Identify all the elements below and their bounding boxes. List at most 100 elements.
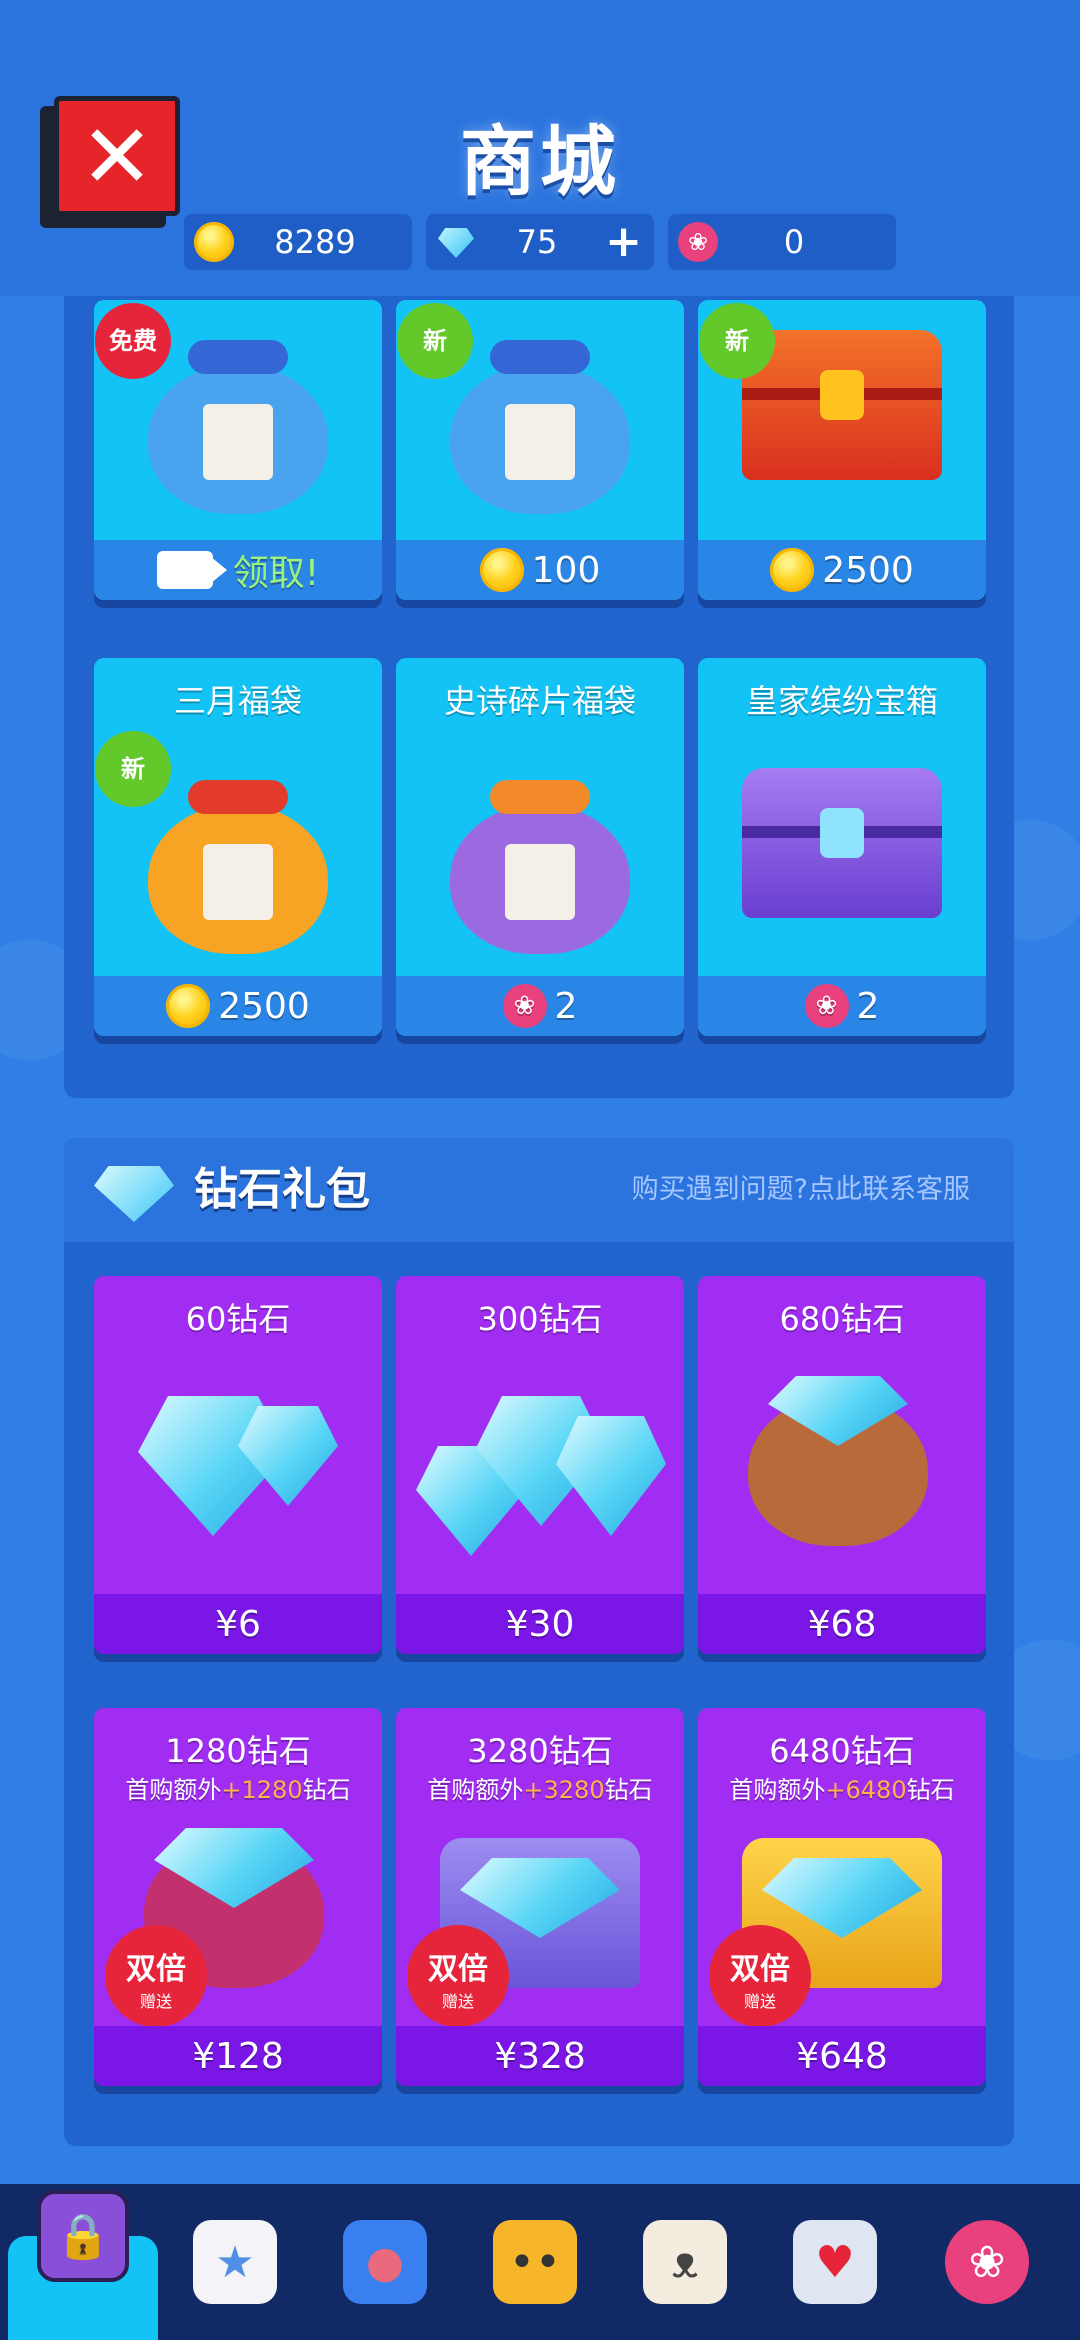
gem-shape <box>556 1416 666 1536</box>
price-label: ¥128 <box>192 2035 284 2077</box>
price-label: ¥648 <box>796 2035 888 2077</box>
price-label: ¥68 <box>807 1603 877 1645</box>
price-button[interactable]: ¥328 <box>396 2026 684 2086</box>
chest-icon: 🔒 <box>37 2190 129 2282</box>
first-purchase-bonus: 首购额外+1280钻石 <box>94 1770 382 1805</box>
contact-support-link[interactable]: 购买遇到问题?点此联系客服 <box>632 1138 970 1242</box>
price-button[interactable]: ¥648 <box>698 2026 986 2086</box>
diamond-pack-3280[interactable]: 3280钻石 首购额外+3280钻石 双倍 赠送 ¥328 <box>396 1708 684 2086</box>
page-title: 商城 <box>460 117 620 206</box>
nav-tulip-tab[interactable]: ❀ <box>912 2184 1062 2340</box>
bonus-prefix: 首购额外 <box>729 1776 826 1804</box>
price-button[interactable]: ¥6 <box>94 1594 382 1654</box>
price-button[interactable]: ¥128 <box>94 2026 382 2086</box>
bag-knot <box>490 780 590 814</box>
bag-knot <box>188 340 288 374</box>
first-purchase-bonus: 首购额外+3280钻石 <box>396 1770 684 1805</box>
bag-label <box>505 404 575 480</box>
diamond-pack-60[interactable]: 60钻石 ¥6 <box>94 1276 382 1654</box>
item-name: 三月福袋 <box>173 682 302 720</box>
shop-item-free-bag[interactable]: 免费 领取! <box>94 300 382 600</box>
shop-item-march-bag[interactable]: 三月福袋 新 2500 <box>94 658 382 1036</box>
shop-item-stamp-bag[interactable]: 新 100 <box>396 300 684 600</box>
diamond-pack-1280[interactable]: 1280钻石 首购额外+1280钻石 双倍 赠送 ¥128 <box>94 1708 382 2086</box>
claim-button[interactable]: 领取! <box>94 540 382 600</box>
diamond-pack-300[interactable]: 300钻石 ¥30 <box>396 1276 684 1654</box>
first-purchase-bonus: 首购额外+6480钻石 <box>698 1770 986 1805</box>
pack-name: 6480钻石 <box>769 1732 915 1770</box>
diamond-icon <box>94 1166 174 1222</box>
diamond-pack-680[interactable]: 680钻石 ¥68 <box>698 1276 986 1654</box>
price-label: 100 <box>531 549 601 591</box>
bonus-suffix: 钻石 <box>906 1776 955 1804</box>
bonus-amount: +1280 <box>221 1776 303 1804</box>
pack-name: 60钻石 <box>185 1300 291 1338</box>
add-gems-button[interactable]: + <box>605 214 642 270</box>
badge-small-text: 赠送 <box>743 1992 776 2011</box>
march-bag-image <box>148 780 328 954</box>
chest-lock <box>820 808 864 858</box>
bag-label <box>505 844 575 920</box>
bag-label <box>203 844 273 920</box>
shop-item-red-chest[interactable]: 新 2500 <box>698 300 986 600</box>
pack-name: 300钻石 <box>477 1300 603 1338</box>
nav-stamp-tab[interactable]: ♥ <box>760 2184 910 2340</box>
price-label: 2 <box>856 985 880 1027</box>
free-badge: 免费 <box>100 308 166 374</box>
gem-balance: 75 + <box>426 214 654 270</box>
tulip-icon <box>678 222 718 262</box>
pack-name: 3280钻石 <box>467 1732 613 1770</box>
diamond-pack-6480[interactable]: 6480钻石 首购额外+6480钻石 双倍 赠送 ¥648 <box>698 1708 986 2086</box>
header: ✕ 商城 8289 75 + 0 <box>0 0 1080 296</box>
shop-panel: 免费 领取! 新 100 新 2500 三月福袋 新 2500 史诗碎片福袋 ❀… <box>64 296 1014 1098</box>
stamp-bag-image <box>450 340 630 514</box>
new-badge: 新 <box>704 308 770 374</box>
shop-item-epic-shard-bag[interactable]: 史诗碎片福袋 2 <box>396 658 684 1036</box>
nav-bunny-tab[interactable]: ᴥ <box>610 2184 760 2340</box>
nav-robot-tab[interactable]: ● <box>310 2184 460 2340</box>
chest-lock <box>820 370 864 420</box>
price-button[interactable]: 2500 <box>698 540 986 600</box>
new-badge: 新 <box>100 736 166 802</box>
gem-shape <box>768 1376 908 1446</box>
coin-icon <box>166 984 211 1028</box>
diamond-pack-panel: 钻石礼包 购买遇到问题?点此联系客服 60钻石 ¥6 300钻石 ¥30 680… <box>64 1138 1014 2146</box>
bunny-icon: ᴥ <box>643 2220 727 2304</box>
bonus-amount: +6480 <box>825 1776 907 1804</box>
gem-value: 75 <box>516 223 558 261</box>
tulip-value: 0 <box>783 223 805 261</box>
price-button[interactable]: 2 <box>396 976 684 1036</box>
pack-name: 1280钻石 <box>165 1732 311 1770</box>
nav-shop-tab[interactable]: 🔒 <box>8 2190 158 2340</box>
price-label: 2500 <box>822 549 914 591</box>
shop-item-royal-chest[interactable]: 皇家缤纷宝箱 2 <box>698 658 986 1036</box>
bonus-prefix: 首购额外 <box>125 1776 222 1804</box>
price-button[interactable]: 2 <box>698 976 986 1036</box>
star-bubble-icon: ★ <box>193 2220 277 2304</box>
nav-chat-tab[interactable]: •• <box>460 2184 610 2340</box>
diamond-bag-image <box>748 1376 928 1546</box>
price-label: 领取! <box>232 553 320 594</box>
epic-bag-image <box>450 780 630 954</box>
price-button[interactable]: 100 <box>396 540 684 600</box>
gem-icon <box>436 222 476 262</box>
price-button[interactable]: ¥68 <box>698 1594 986 1654</box>
badge-big-text: 双倍 <box>428 1952 488 1987</box>
coin-balance: 8289 <box>184 214 412 270</box>
price-button[interactable]: 2500 <box>94 976 382 1036</box>
diamond-section-title: 钻石礼包 <box>194 1164 370 1215</box>
chat-face-icon: •• <box>493 2220 577 2304</box>
red-chest-image <box>742 330 942 480</box>
nav-favorites-tab[interactable]: ★ <box>160 2184 310 2340</box>
price-label: 2 <box>554 985 578 1027</box>
price-label: ¥6 <box>215 1603 261 1645</box>
double-bonus-badge: 双倍 赠送 <box>714 1930 806 2022</box>
video-icon <box>156 551 227 589</box>
badge-big-text: 双倍 <box>730 1952 790 1987</box>
price-button[interactable]: ¥30 <box>396 1594 684 1654</box>
bonus-suffix: 钻石 <box>604 1776 653 1804</box>
coin-icon <box>770 548 815 592</box>
bag-knot <box>188 780 288 814</box>
robot-icon: ● <box>343 2220 427 2304</box>
double-bonus-badge: 双倍 赠送 <box>412 1930 504 2022</box>
